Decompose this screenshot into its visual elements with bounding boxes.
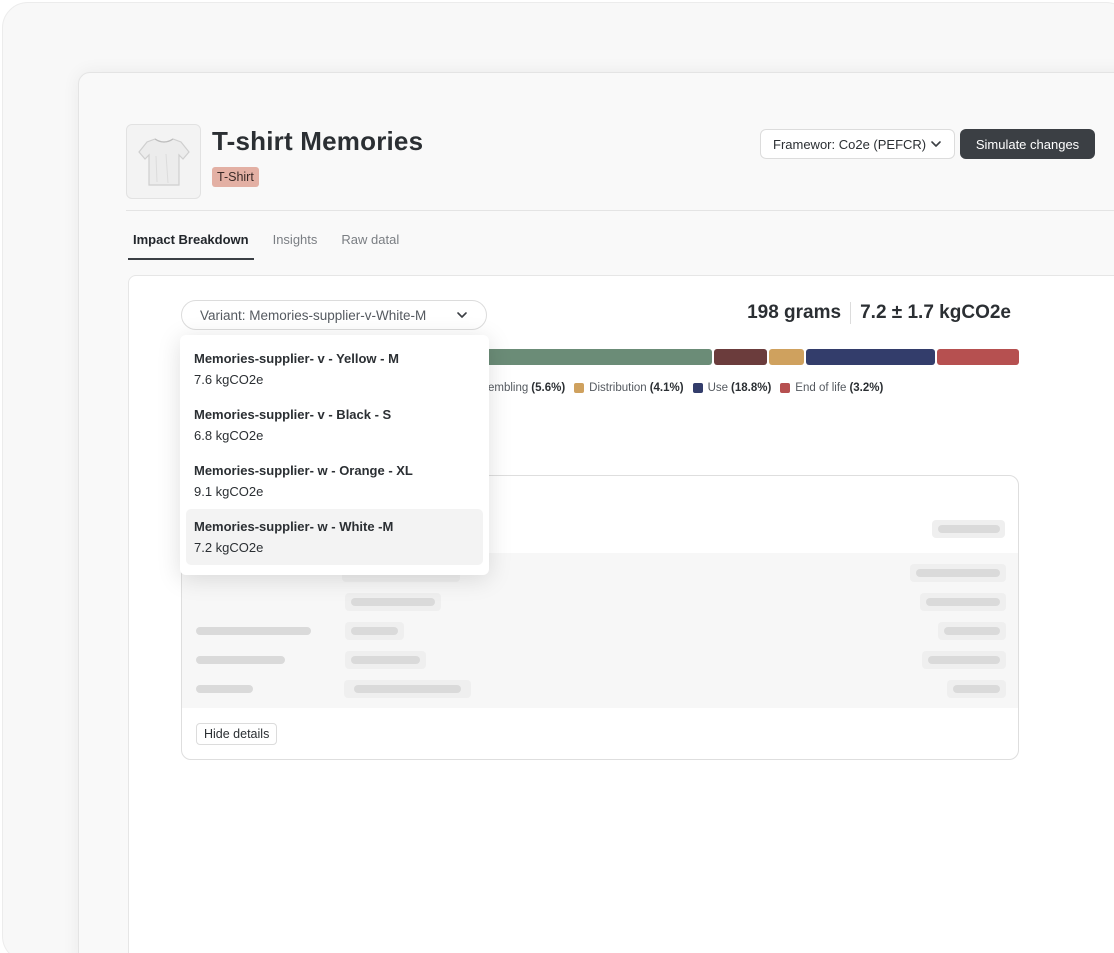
tab-insights[interactable]: Insights	[268, 226, 323, 260]
chevron-down-icon	[457, 312, 467, 318]
variant-select[interactable]: Variant: Memories-supplier-v-White-M	[181, 300, 487, 330]
legend-item-end-of-life: End of life (3.2%)	[780, 382, 883, 394]
total-emissions: 7.2 ± 1.7 kgCO2e	[860, 302, 1011, 323]
total-weight: 198 grams	[747, 302, 842, 323]
legend-value: (3.2%)	[849, 382, 884, 394]
skeleton-placeholder	[944, 627, 1000, 635]
variant-option-name: Memories-supplier- v - Black - S	[194, 407, 392, 422]
legend-value: (18.8%)	[731, 382, 772, 394]
product-thumbnail	[126, 124, 201, 199]
variant-select-label: Variant: Memories-supplier-v-White-M	[200, 307, 427, 323]
legend-label: Use	[707, 382, 729, 394]
legend-swatch	[780, 383, 791, 393]
legend-label: End of life	[795, 382, 847, 394]
framework-select-label: Framewor: Co2e (PEFCR)	[773, 136, 927, 152]
product-title: T-shirt Memories	[212, 126, 424, 156]
skeleton-placeholder	[938, 525, 1000, 533]
tab-bar: Impact Breakdown Insights Raw datal	[128, 226, 418, 260]
chevron-down-icon	[931, 141, 941, 147]
variant-option-selected[interactable]: Memories-supplier- w - White -M 7.2 kgCO…	[186, 509, 483, 565]
skeleton-placeholder	[351, 656, 420, 664]
framework-select[interactable]: Framewor: Co2e (PEFCR)	[760, 129, 955, 159]
skeleton-placeholder	[196, 656, 285, 664]
skeleton-placeholder	[953, 685, 1000, 693]
tshirt-icon	[137, 137, 190, 186]
legend-item-distribution: Distribution (4.1%)	[574, 382, 684, 394]
variant-option-value: 6.8 kgCO2e	[194, 428, 264, 443]
hide-details-button[interactable]: Hide details	[196, 723, 278, 745]
skeleton-placeholder	[196, 685, 253, 693]
variant-option[interactable]: Memories-supplier- v - Black - S 6.8 kgC…	[186, 397, 483, 453]
skeleton-placeholder	[354, 685, 461, 693]
legend-swatch	[692, 383, 703, 393]
header-divider	[126, 210, 1114, 211]
legend-item-assembling: embling (5.6%)	[488, 382, 565, 394]
skeleton-placeholder	[351, 627, 398, 635]
legend-label: Distribution	[589, 382, 647, 394]
legend-value: (5.6%)	[531, 382, 566, 394]
legend-label: embling	[488, 382, 529, 394]
variant-option-value: 7.2 kgCO2e	[194, 540, 264, 555]
variant-option[interactable]: Memories-supplier- v - Yellow - M 7.6 kg…	[186, 341, 483, 397]
breakdown-bar-use[interactable]	[806, 349, 935, 365]
tab-impact-breakdown[interactable]: Impact Breakdown	[128, 226, 254, 260]
totals-separator	[850, 302, 852, 324]
tab-raw-data[interactable]: Raw datal	[336, 226, 404, 260]
breakdown-legend: embling (5.6%) Distribution (4.1%) Use (18.…	[488, 382, 892, 394]
breakdown-bar-segment[interactable]	[714, 349, 767, 365]
skeleton-placeholder	[926, 598, 1000, 606]
skeleton-placeholder	[916, 569, 1000, 577]
legend-value: (4.1%)	[649, 382, 684, 394]
legend-item-use: Use (18.8%)	[692, 382, 772, 394]
variant-dropdown-menu: Memories-supplier- v - Yellow - M 7.6 kg…	[180, 335, 489, 575]
variant-option[interactable]: Memories-supplier- w - Orange - XL 9.1 k…	[186, 453, 483, 509]
skeleton-placeholder	[928, 656, 1000, 664]
breakdown-bar-distribution[interactable]	[769, 349, 804, 365]
skeleton-placeholder	[196, 627, 311, 635]
legend-swatch	[574, 383, 585, 393]
variant-option-name: Memories-supplier- w - Orange - XL	[194, 463, 413, 478]
variant-option-name: Memories-supplier- v - Yellow - M	[194, 351, 399, 366]
variant-option-value: 7.6 kgCO2e	[194, 372, 264, 387]
skeleton-placeholder	[351, 598, 435, 606]
simulate-changes-button[interactable]: Simulate changes	[960, 129, 1095, 159]
impact-totals: 198 grams 7.2 ± 1.7 kgCO2e	[747, 302, 1011, 324]
breakdown-bar-end-of-life[interactable]	[937, 349, 1019, 365]
variant-option-value: 9.1 kgCO2e	[194, 484, 264, 499]
category-badge: T-Shirt	[212, 167, 259, 187]
breakdown-bar-assembling[interactable]	[470, 349, 712, 365]
variant-option-name: Memories-supplier- w - White -M	[194, 519, 394, 534]
